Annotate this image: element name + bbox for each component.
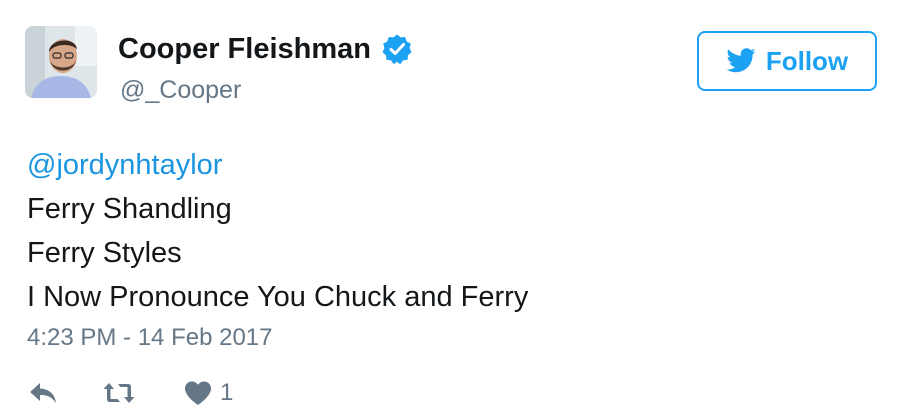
user-handle[interactable]: @_Cooper (120, 74, 241, 106)
tweet-text: @jordynhtaylor Ferry Shandling Ferry Sty… (27, 143, 528, 319)
tweet-line: I Now Pronounce You Chuck and Ferry (27, 281, 529, 313)
reply-icon (30, 383, 56, 403)
display-name-text: Cooper Fleishman (118, 33, 371, 65)
reply-button[interactable] (28, 381, 58, 405)
tweet-line: Ferry Styles (27, 237, 182, 269)
tweet-actions: 1 (28, 377, 233, 409)
display-name[interactable]: Cooper Fleishman (118, 30, 413, 68)
tweet-line: Ferry Shandling (27, 193, 232, 225)
retweet-button[interactable] (102, 381, 136, 405)
twitter-bird-icon (726, 48, 756, 73)
mention-link[interactable]: @jordynhtaylor (27, 143, 528, 187)
retweet-icon (103, 383, 135, 403)
tweet-timestamp[interactable]: 4:23 PM - 14 Feb 2017 (27, 322, 272, 354)
avatar[interactable] (25, 26, 97, 98)
follow-button[interactable]: Follow (697, 31, 877, 91)
heart-icon (185, 381, 211, 405)
like-count: 1 (220, 379, 234, 406)
like-button[interactable]: 1 (184, 378, 233, 408)
follow-button-label: Follow (765, 46, 849, 76)
profile-photo-icon (25, 26, 97, 98)
verified-badge-icon (381, 33, 413, 65)
